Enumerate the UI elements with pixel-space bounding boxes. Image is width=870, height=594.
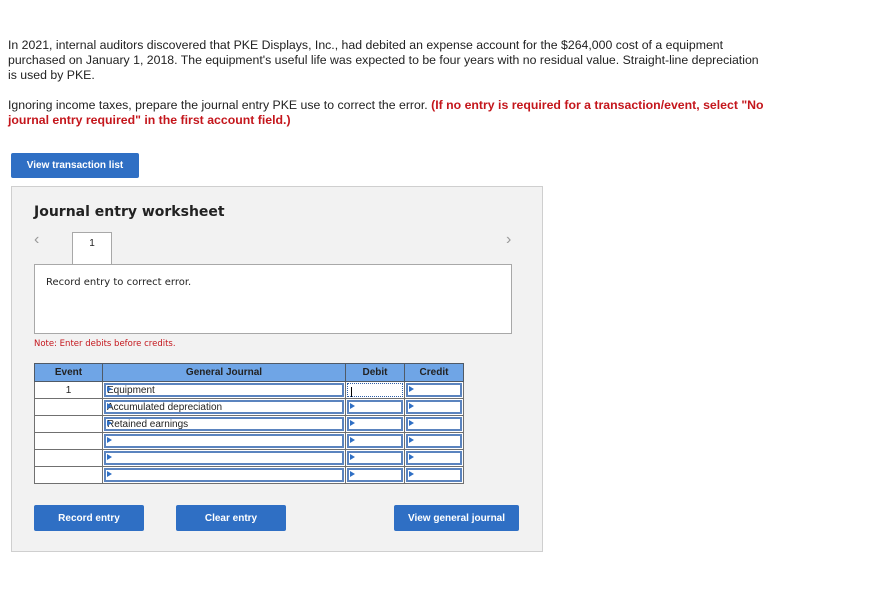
event-cell: [34, 449, 103, 467]
credit-field[interactable]: [406, 451, 462, 465]
account-field-cell: Accumulated depreciation: [102, 398, 346, 416]
account-field[interactable]: [104, 434, 344, 448]
entry-description: Record entry to correct error.: [46, 277, 192, 288]
account-field-cell: [102, 432, 346, 450]
dropdown-marker-icon: [409, 420, 414, 426]
debit-field[interactable]: [347, 417, 403, 431]
dropdown-marker-icon: [107, 403, 112, 409]
credit-field-cell: [404, 466, 464, 484]
credit-field[interactable]: [406, 434, 462, 448]
view-transaction-list-button[interactable]: View transaction list: [11, 153, 139, 178]
account-field-cell: [102, 466, 346, 484]
event-cell: [34, 432, 103, 450]
header-general-journal: General Journal: [102, 363, 346, 382]
view-general-journal-button[interactable]: View general journal: [394, 505, 519, 531]
debit-field[interactable]: [347, 451, 403, 465]
event-cell: [34, 398, 103, 416]
problem-paragraph: In 2021, internal auditors discovered th…: [8, 38, 759, 82]
credit-field-cell: [404, 398, 464, 416]
dropdown-marker-icon: [107, 454, 112, 460]
header-credit: Credit: [404, 363, 464, 382]
credit-field[interactable]: [406, 383, 462, 397]
dropdown-marker-icon: [350, 454, 355, 460]
credit-field[interactable]: [406, 417, 462, 431]
entry-description-box: Record entry to correct error.: [34, 264, 512, 334]
credit-field[interactable]: [406, 400, 462, 414]
debit-field[interactable]: [347, 434, 403, 448]
account-field[interactable]: Equipment: [104, 383, 344, 397]
credit-field-cell: [404, 415, 464, 433]
worksheet-tab-1[interactable]: 1: [72, 232, 112, 264]
credit-field-cell: [404, 449, 464, 467]
dropdown-marker-icon: [350, 403, 355, 409]
account-field-cell: Equipment: [102, 381, 346, 399]
debit-field-cell: [345, 432, 405, 450]
account-field-cell: Retained earnings: [102, 415, 346, 433]
header-event: Event: [34, 363, 103, 382]
account-field-value: Accumulated depreciation: [107, 402, 223, 413]
debit-field[interactable]: [347, 400, 403, 414]
journal-header-row: Event General Journal Debit Credit: [34, 363, 464, 382]
dropdown-marker-icon: [409, 437, 414, 443]
dropdown-marker-icon: [107, 437, 112, 443]
journal-row: [34, 449, 464, 467]
event-cell: [34, 415, 103, 433]
debit-field[interactable]: [347, 383, 403, 397]
credit-field[interactable]: [406, 468, 462, 482]
problem-statement: In 2021, internal auditors discovered th…: [8, 38, 768, 128]
debit-field-cell: [345, 398, 405, 416]
credit-field-cell: [404, 381, 464, 399]
dropdown-marker-icon: [350, 437, 355, 443]
instruction-text: Ignoring income taxes, prepare the journ…: [8, 98, 432, 112]
account-field[interactable]: Accumulated depreciation: [104, 400, 344, 414]
journal-row: Accumulated depreciation: [34, 398, 464, 416]
journal-row: [34, 432, 464, 450]
debit-field-cell: [345, 381, 405, 399]
dropdown-marker-icon: [350, 420, 355, 426]
journal-row: Retained earnings: [34, 415, 464, 433]
debit-field[interactable]: [347, 468, 403, 482]
instruction-paragraph: Ignoring income taxes, prepare the journ…: [8, 98, 768, 128]
dropdown-marker-icon: [107, 420, 112, 426]
account-field-cell: [102, 449, 346, 467]
worksheet-title: Journal entry worksheet: [34, 204, 225, 220]
journal-row: [34, 466, 464, 484]
event-cell: [34, 466, 103, 484]
account-field[interactable]: [104, 451, 344, 465]
clear-entry-button[interactable]: Clear entry: [176, 505, 286, 531]
credit-field-cell: [404, 432, 464, 450]
dropdown-marker-icon: [409, 403, 414, 409]
text-cursor: [351, 387, 352, 397]
record-entry-button[interactable]: Record entry: [34, 505, 144, 531]
dropdown-marker-icon: [350, 471, 355, 477]
dropdown-marker-icon: [107, 471, 112, 477]
journal-table: Event General Journal Debit Credit 1 Equi…: [34, 363, 464, 484]
account-field[interactable]: [104, 468, 344, 482]
journal-row: 1 Equipment: [34, 381, 464, 399]
dropdown-marker-icon: [409, 454, 414, 460]
debit-field-cell: [345, 466, 405, 484]
dropdown-marker-icon: [409, 386, 414, 392]
header-debit: Debit: [345, 363, 405, 382]
account-field-value: Equipment: [107, 385, 155, 396]
dropdown-marker-icon: [107, 386, 112, 392]
debit-field-cell: [345, 415, 405, 433]
account-field-value: Retained earnings: [107, 419, 189, 430]
chevron-right-icon[interactable]: ›: [506, 231, 511, 249]
debits-note: Note: Enter debits before credits.: [34, 339, 176, 349]
event-cell: 1: [34, 381, 103, 399]
debit-field-cell: [345, 449, 405, 467]
account-field[interactable]: Retained earnings: [104, 417, 344, 431]
dropdown-marker-icon: [409, 471, 414, 477]
journal-entry-worksheet-panel: Journal entry worksheet ‹ 1 › Record ent…: [11, 186, 543, 552]
chevron-left-icon[interactable]: ‹: [34, 231, 39, 249]
